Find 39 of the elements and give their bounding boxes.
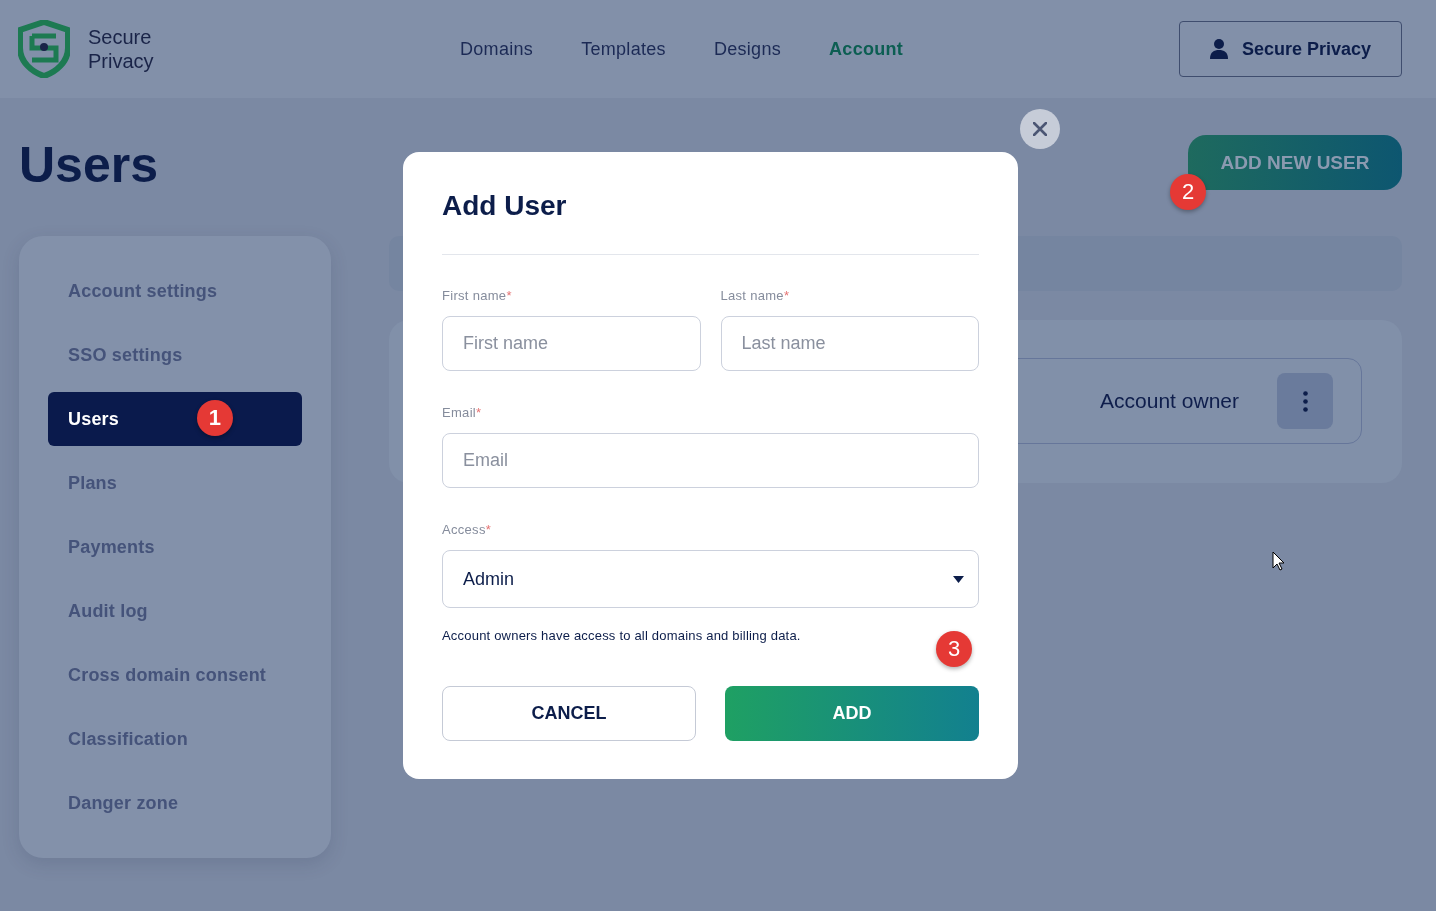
- sidebar-item[interactable]: Payments: [48, 520, 302, 574]
- sidebar-item[interactable]: Danger zone: [48, 776, 302, 830]
- nav-link[interactable]: Domains: [460, 38, 534, 60]
- more-vertical-icon: [1302, 390, 1308, 412]
- close-button[interactable]: [1020, 109, 1060, 149]
- add-button[interactable]: ADD: [725, 686, 979, 741]
- user-icon: [1209, 39, 1228, 59]
- help-text: Account owners have access to all domains and billing data.: [442, 628, 802, 643]
- access-select[interactable]: Admin: [442, 550, 979, 608]
- sidebar-item[interactable]: Audit log: [48, 584, 302, 638]
- sidebar-item[interactable]: Classification: [48, 712, 302, 766]
- cancel-button[interactable]: CANCEL: [442, 686, 696, 741]
- sidebar-item[interactable]: SSO settings: [48, 328, 302, 382]
- sidebar-item[interactable]: Plans: [48, 456, 302, 510]
- sidebar-item[interactable]: Users 1: [48, 392, 302, 446]
- sidebar-item[interactable]: Account settings: [48, 264, 302, 318]
- input-field[interactable]: Last name: [720, 316, 979, 371]
- field-label: First name*: [442, 288, 513, 303]
- input-field[interactable]: Email: [442, 433, 979, 488]
- role-text: Account owner: [1100, 389, 1239, 413]
- input-field[interactable]: First name: [442, 316, 701, 371]
- page-title: Users: [19, 136, 159, 195]
- nav-link[interactable]: Account: [829, 38, 904, 60]
- field-label: Email*: [442, 405, 483, 420]
- dialog-title: Add User: [442, 190, 568, 223]
- step-badge: 3: [936, 631, 972, 667]
- step-badge: 1: [197, 400, 233, 436]
- nav-link[interactable]: Designs: [713, 38, 781, 60]
- field-label: Access*: [442, 522, 493, 537]
- nav-link[interactable]: Templates: [581, 38, 666, 60]
- close-icon: [1033, 122, 1047, 136]
- field-label: Last name*: [720, 288, 791, 303]
- shield-logo-icon: [18, 20, 70, 78]
- cursor-icon: [1272, 551, 1285, 571]
- sidebar-item[interactable]: Cross domain consent: [48, 648, 302, 702]
- logo-text: Secure Privacy: [88, 25, 154, 73]
- account-button[interactable]: Secure Privacy: [1179, 21, 1402, 77]
- caret-icon: [953, 575, 964, 583]
- step-badge: 2: [1170, 174, 1206, 210]
